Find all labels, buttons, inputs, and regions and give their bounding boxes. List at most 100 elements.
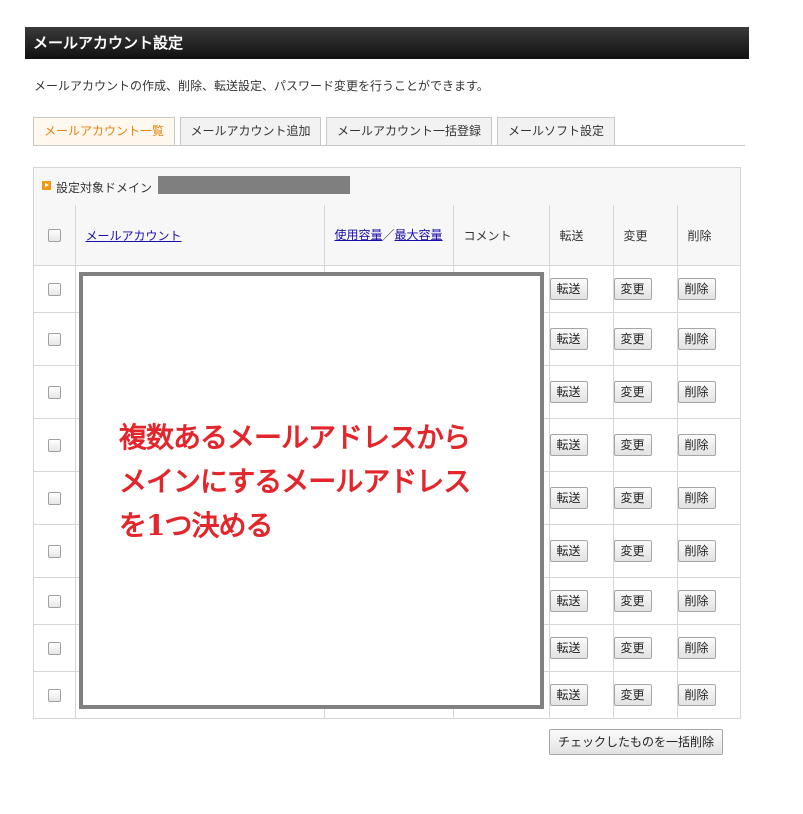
forward-button[interactable]: 転送 — [549, 637, 588, 659]
forward-cell: 転送 — [548, 418, 614, 472]
forward-cell: 転送 — [548, 312, 614, 366]
forward-cell: 転送 — [548, 671, 614, 719]
row-checkbox-cell — [34, 624, 76, 672]
delete-button[interactable]: 削除 — [677, 328, 716, 350]
change-button[interactable]: 変更 — [613, 278, 652, 300]
row-checkbox-cell — [34, 577, 76, 625]
change-cell: 変更 — [612, 312, 678, 366]
tab-account-list[interactable]: メールアカウント一覧 — [33, 117, 175, 145]
row-checkbox[interactable] — [47, 492, 61, 505]
delete-cell: 削除 — [676, 624, 740, 672]
forward-cell: 転送 — [548, 577, 614, 625]
tab-bulk-register[interactable]: メールアカウント一括登録 — [326, 117, 492, 145]
domain-row: 設定対象ドメイン — [34, 168, 740, 206]
header-account: メールアカウント — [74, 205, 325, 266]
header-delete: 削除 — [676, 205, 740, 266]
delete-button[interactable]: 削除 — [677, 381, 716, 403]
change-button[interactable]: 変更 — [613, 381, 652, 403]
change-button[interactable]: 変更 — [613, 684, 652, 707]
change-button[interactable]: 変更 — [613, 540, 652, 562]
delete-button[interactable]: 削除 — [677, 590, 716, 612]
sort-max-link[interactable]: 最大容量 — [395, 228, 443, 242]
delete-cell: 削除 — [676, 524, 740, 578]
delete-cell: 削除 — [676, 265, 740, 313]
delete-cell: 削除 — [676, 471, 740, 525]
forward-button[interactable]: 転送 — [549, 684, 588, 707]
delete-cell: 削除 — [676, 365, 740, 419]
forward-cell: 転送 — [548, 265, 614, 313]
delete-cell: 削除 — [676, 312, 740, 366]
annotation-line-1: 複数あるメールアドレスから — [119, 421, 471, 454]
annotation-overlay: 複数あるメールアドレスから メインにするメールアドレス を1つ決める — [79, 272, 544, 709]
header-comment: コメント — [452, 205, 550, 266]
forward-cell: 転送 — [548, 624, 614, 672]
change-cell: 変更 — [612, 524, 678, 578]
forward-button[interactable]: 転送 — [549, 434, 588, 456]
page-title: メールアカウント設定 — [25, 27, 749, 59]
forward-button[interactable]: 転送 — [549, 328, 588, 350]
change-cell: 変更 — [612, 671, 678, 719]
sort-account-link[interactable]: メールアカウント — [86, 229, 182, 243]
page-description: メールアカウントの作成、削除、転送設定、パスワード変更を行うことができます。 — [34, 79, 489, 93]
row-checkbox-cell — [34, 265, 76, 313]
row-checkbox-cell — [34, 524, 76, 578]
forward-cell: 転送 — [548, 365, 614, 419]
delete-button[interactable]: 削除 — [677, 684, 716, 707]
domain-redaction — [158, 176, 350, 194]
delete-cell: 削除 — [676, 671, 740, 719]
header-separator: ／ — [382, 227, 395, 242]
header-change: 変更 — [612, 205, 678, 266]
change-button[interactable]: 変更 — [613, 328, 652, 350]
forward-button[interactable]: 転送 — [549, 487, 588, 509]
forward-cell: 転送 — [548, 471, 614, 525]
change-cell: 変更 — [612, 265, 678, 313]
orange-bullet-icon — [42, 181, 51, 190]
select-all-checkbox[interactable] — [47, 229, 61, 242]
row-checkbox-cell — [34, 418, 76, 472]
change-button[interactable]: 変更 — [613, 590, 652, 612]
row-checkbox[interactable] — [47, 283, 61, 296]
header-usage: 使用容量／最大容量 — [323, 205, 454, 266]
change-button[interactable]: 変更 — [613, 487, 652, 509]
delete-button[interactable]: 削除 — [677, 540, 716, 562]
delete-cell: 削除 — [676, 418, 740, 472]
change-cell: 変更 — [612, 471, 678, 525]
change-cell: 変更 — [612, 624, 678, 672]
delete-button[interactable]: 削除 — [677, 637, 716, 659]
row-checkbox[interactable] — [47, 595, 61, 608]
table-header-row: メールアカウント 使用容量／最大容量 コメント 転送 変更 削除 — [34, 205, 740, 266]
row-checkbox-cell — [34, 312, 76, 366]
forward-button[interactable]: 転送 — [549, 278, 588, 300]
row-checkbox-cell — [34, 471, 76, 525]
row-checkbox-cell — [34, 671, 76, 719]
row-checkbox[interactable] — [47, 545, 61, 558]
forward-button[interactable]: 転送 — [549, 590, 588, 612]
delete-button[interactable]: 削除 — [677, 278, 716, 300]
tab-underline — [33, 145, 745, 146]
delete-button[interactable]: 削除 — [677, 487, 716, 509]
row-checkbox[interactable] — [47, 642, 61, 655]
annotation-line-3: を1つ決める — [119, 509, 273, 542]
delete-button[interactable]: 削除 — [677, 434, 716, 456]
domain-label: 設定対象ドメイン — [56, 181, 153, 195]
change-button[interactable]: 変更 — [613, 434, 652, 456]
header-checkbox-cell — [34, 205, 76, 266]
annotation-line-2: メインにするメールアドレス — [119, 465, 471, 498]
bulk-delete-button[interactable]: チェックしたものを一括削除 — [549, 729, 724, 755]
row-checkbox[interactable] — [47, 439, 61, 452]
forward-button[interactable]: 転送 — [549, 381, 588, 403]
forward-button[interactable]: 転送 — [549, 540, 588, 562]
change-cell: 変更 — [612, 577, 678, 625]
row-checkbox[interactable] — [47, 333, 61, 346]
annotation-text: 複数あるメールアドレスから メインにするメールアドレス を1つ決める — [119, 416, 471, 548]
forward-cell: 転送 — [548, 524, 614, 578]
delete-cell: 削除 — [676, 577, 740, 625]
row-checkbox[interactable] — [47, 689, 61, 703]
row-checkbox[interactable] — [47, 386, 61, 399]
change-button[interactable]: 変更 — [613, 637, 652, 659]
tab-mail-software[interactable]: メールソフト設定 — [497, 117, 615, 145]
change-cell: 変更 — [612, 365, 678, 419]
tab-account-add[interactable]: メールアカウント追加 — [180, 117, 321, 145]
change-cell: 変更 — [612, 418, 678, 472]
sort-usage-link[interactable]: 使用容量 — [335, 228, 383, 242]
